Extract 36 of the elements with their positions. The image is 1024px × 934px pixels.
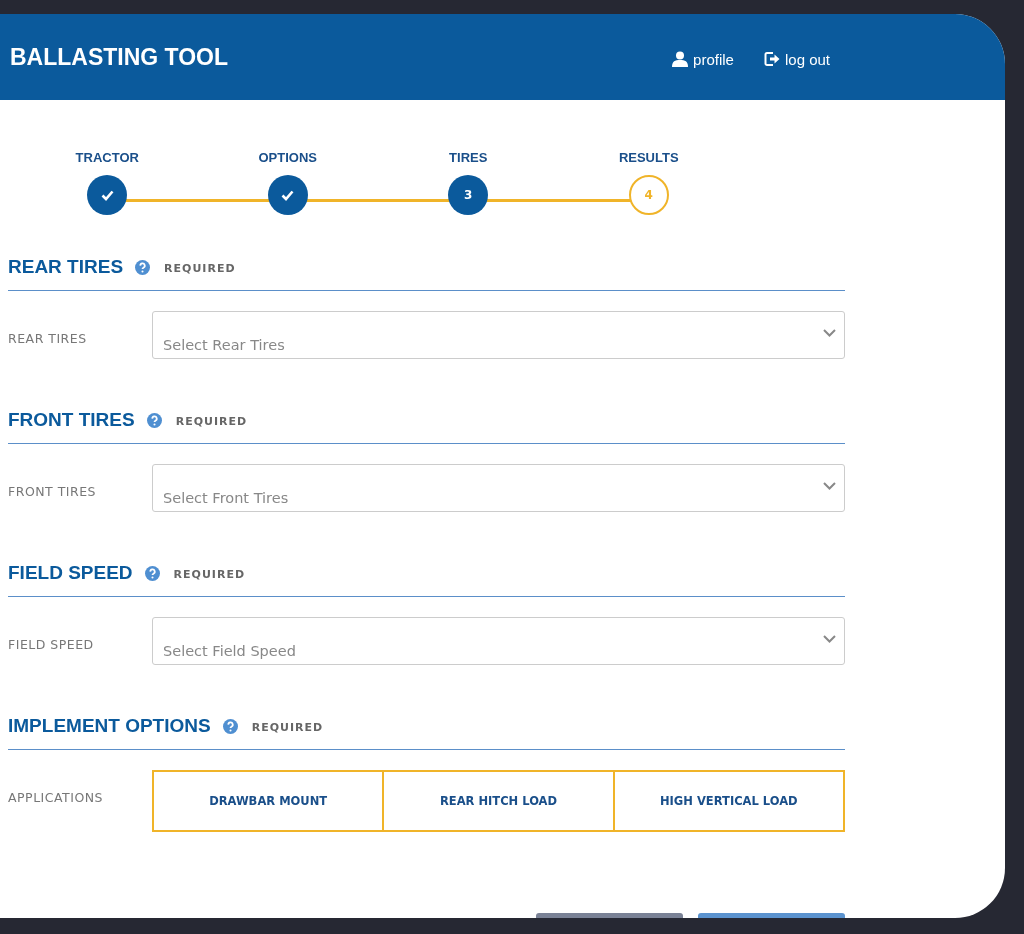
required-label: REQUIRED: [173, 567, 246, 581]
help-icon[interactable]: [146, 412, 162, 428]
section-title: IMPLEMENT OPTIONS: [8, 715, 211, 737]
field-label: REAR TIRES: [8, 330, 88, 346]
select-field[interactable]: Select Rear Tires: [152, 311, 845, 359]
chevron-down-icon: [823, 328, 836, 337]
field-label: APPLICATIONS: [8, 789, 105, 805]
user-icon: [672, 51, 689, 67]
section-title: REAR TIRES: [8, 256, 124, 278]
step-label: TRACTOR: [75, 150, 139, 165]
app-title: BALLASTING TOOL: [10, 43, 229, 71]
help-icon[interactable]: [144, 565, 160, 581]
chevron-down-icon: [823, 634, 836, 643]
check-icon: [100, 189, 114, 201]
help-icon[interactable]: [135, 259, 151, 275]
step-label: TIRES: [449, 150, 488, 165]
profile-link[interactable]: profile: [672, 50, 734, 68]
step-circle[interactable]: [267, 175, 308, 215]
required-label: REQUIRED: [175, 414, 248, 428]
help-icon[interactable]: [222, 718, 238, 734]
logout-link[interactable]: log out: [763, 50, 830, 68]
field-label: FIELD SPEED: [8, 636, 95, 652]
section-title: FRONT TIRES: [8, 409, 135, 431]
required-label: REQUIRED: [251, 720, 324, 734]
logout-icon: [763, 51, 780, 67]
required-label: REQUIRED: [164, 261, 236, 275]
select-field[interactable]: Select Front Tires: [152, 464, 845, 512]
step-circle[interactable]: 3: [448, 175, 489, 215]
section-title: FIELD SPEED: [8, 562, 133, 584]
step-circle[interactable]: [87, 175, 128, 215]
select-field[interactable]: Select Field Speed: [152, 617, 845, 665]
step-label: OPTIONS: [258, 150, 317, 165]
step-label: RESULTS: [618, 150, 679, 165]
check-icon: [281, 189, 295, 201]
chevron-down-icon: [823, 481, 836, 490]
field-label: FRONT TIRES: [8, 483, 97, 499]
